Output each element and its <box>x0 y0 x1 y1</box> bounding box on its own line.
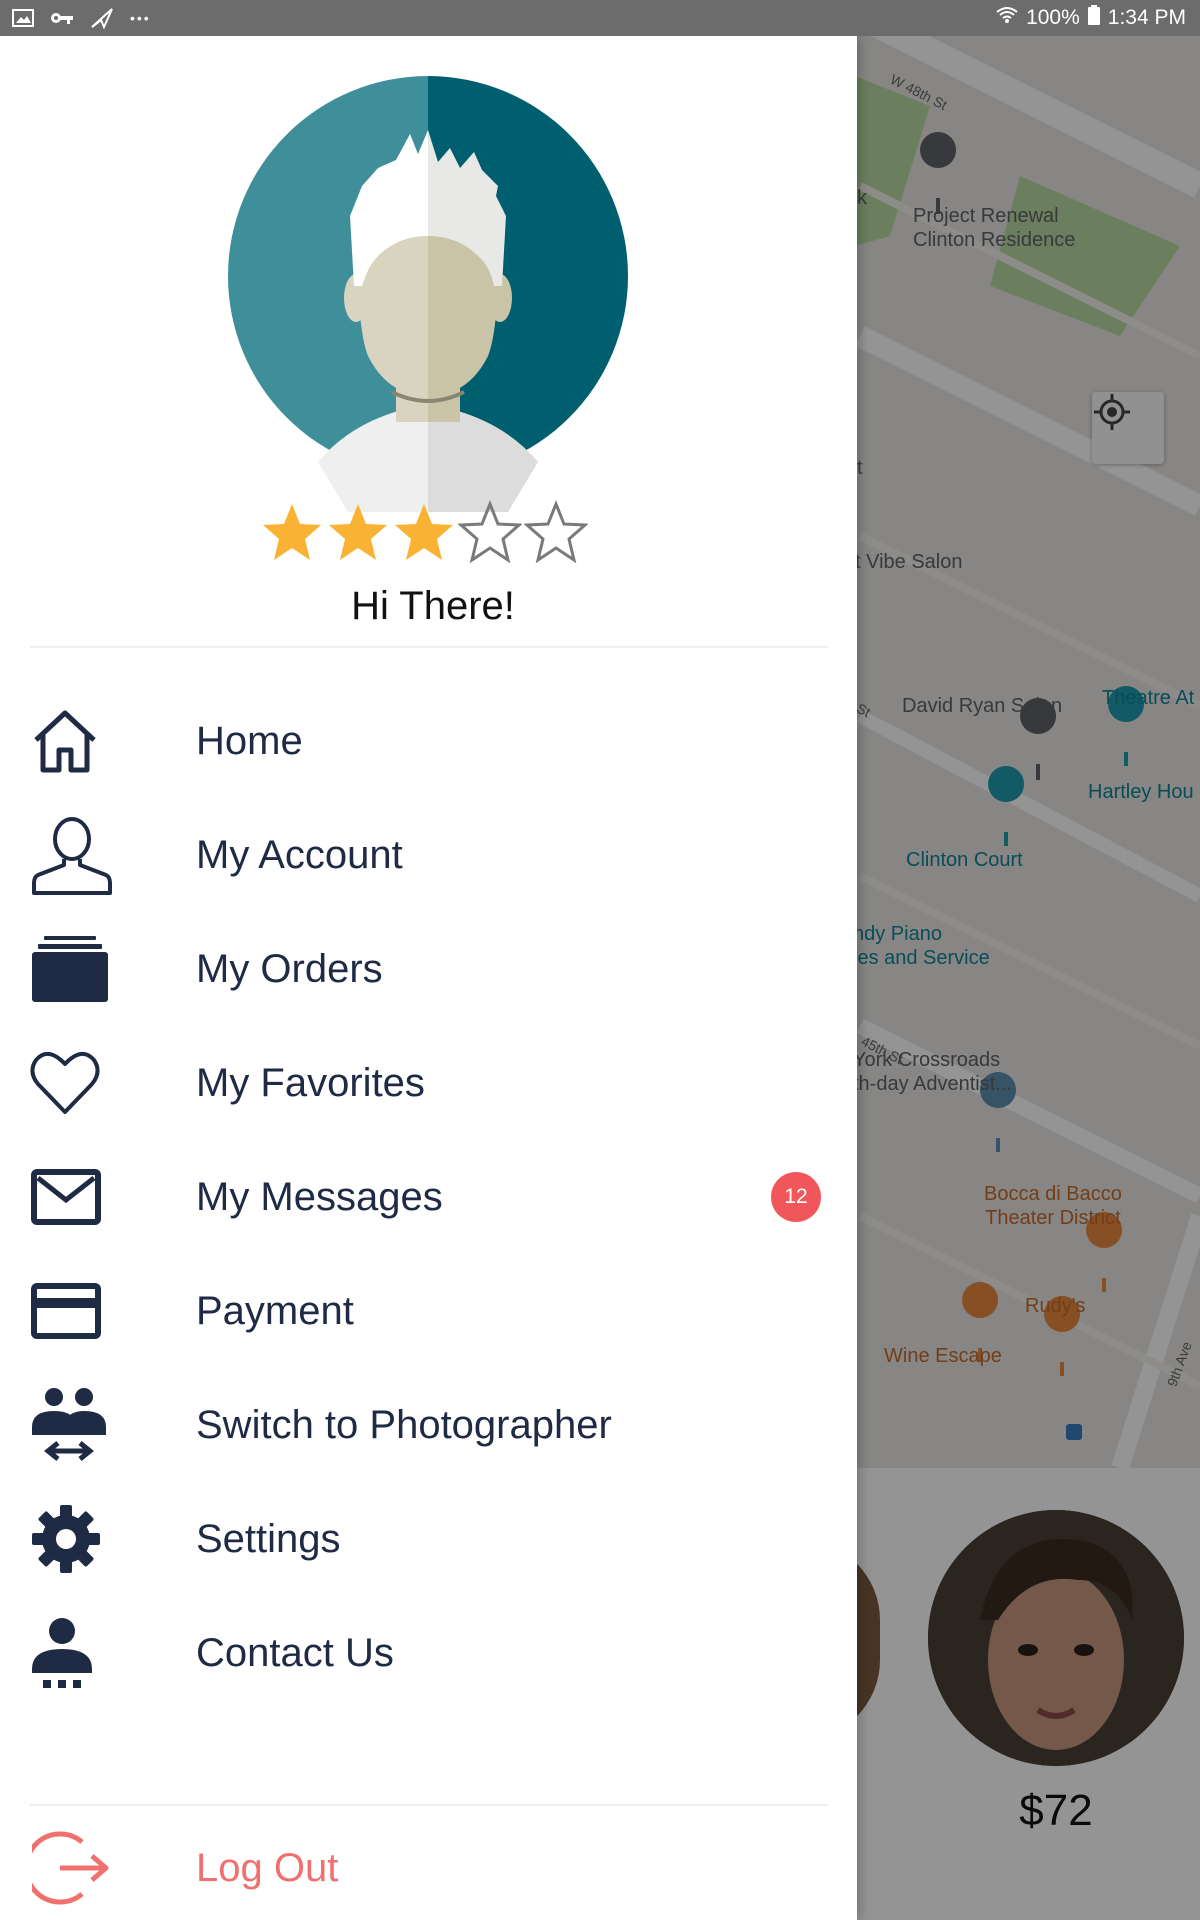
orders-stack-icon <box>30 924 120 1014</box>
logout-button[interactable]: Log Out <box>0 1820 857 1916</box>
menu-item-home[interactable]: Home <box>0 684 857 798</box>
avatar-placeholder-icon <box>228 76 628 512</box>
battery-icon <box>1087 5 1100 31</box>
menu-item-my-messages[interactable]: My Messages 12 <box>0 1140 857 1254</box>
support-agent-icon <box>30 1608 120 1698</box>
star-icon <box>524 500 588 564</box>
user-rating <box>260 500 588 564</box>
menu-label: My Orders <box>196 946 383 991</box>
envelope-icon <box>30 1152 120 1242</box>
image-icon <box>12 9 34 27</box>
menu-item-switch-to-photographer[interactable]: Switch to Photographer <box>0 1368 857 1482</box>
star-icon <box>263 504 321 560</box>
menu-item-my-orders[interactable]: My Orders <box>0 912 857 1026</box>
unread-messages-badge: 12 <box>771 1172 821 1222</box>
star-icon <box>395 504 453 560</box>
home-icon <box>30 696 120 786</box>
menu-label: Payment <box>196 1288 354 1333</box>
wifi-icon <box>996 6 1018 30</box>
menu-item-settings[interactable]: Settings <box>0 1482 857 1596</box>
menu-item-my-account[interactable]: My Account <box>0 798 857 912</box>
send-icon <box>90 7 114 29</box>
menu-label: Home <box>196 718 303 763</box>
divider <box>30 1804 828 1806</box>
logout-icon <box>32 1823 122 1913</box>
navigation-drawer: Hi There! Home My Account My Orders My F… <box>0 36 857 1920</box>
greeting: Hi There! <box>351 584 515 628</box>
menu-label: Settings <box>196 1516 341 1561</box>
menu-label: My Messages <box>196 1174 443 1219</box>
profile-avatar[interactable] <box>228 76 628 512</box>
star-icon <box>329 504 387 560</box>
star-icon <box>458 500 522 564</box>
menu-label: My Favorites <box>196 1060 425 1105</box>
menu-item-contact-us[interactable]: Contact Us <box>0 1596 857 1710</box>
clock: 1:34 PM <box>1107 6 1186 29</box>
gear-icon <box>30 1494 120 1584</box>
divider <box>30 646 828 648</box>
logout-label: Log Out <box>196 1845 339 1890</box>
menu-label: Switch to Photographer <box>196 1402 612 1447</box>
key-icon <box>50 11 74 25</box>
drawer-menu: Home My Account My Orders My Favorites M <box>0 684 857 1710</box>
battery-percent: 100% <box>1026 6 1080 29</box>
user-icon <box>30 810 120 900</box>
menu-label: Contact Us <box>196 1630 394 1675</box>
menu-item-payment[interactable]: Payment <box>0 1254 857 1368</box>
credit-card-icon <box>30 1266 120 1356</box>
menu-item-my-favorites[interactable]: My Favorites <box>0 1026 857 1140</box>
status-bar: ••• 100% 1:34 PM <box>0 0 1200 36</box>
heart-icon <box>30 1038 120 1128</box>
more-dots-icon: ••• <box>130 10 151 26</box>
switch-users-icon <box>30 1380 120 1470</box>
menu-label: My Account <box>196 832 403 877</box>
